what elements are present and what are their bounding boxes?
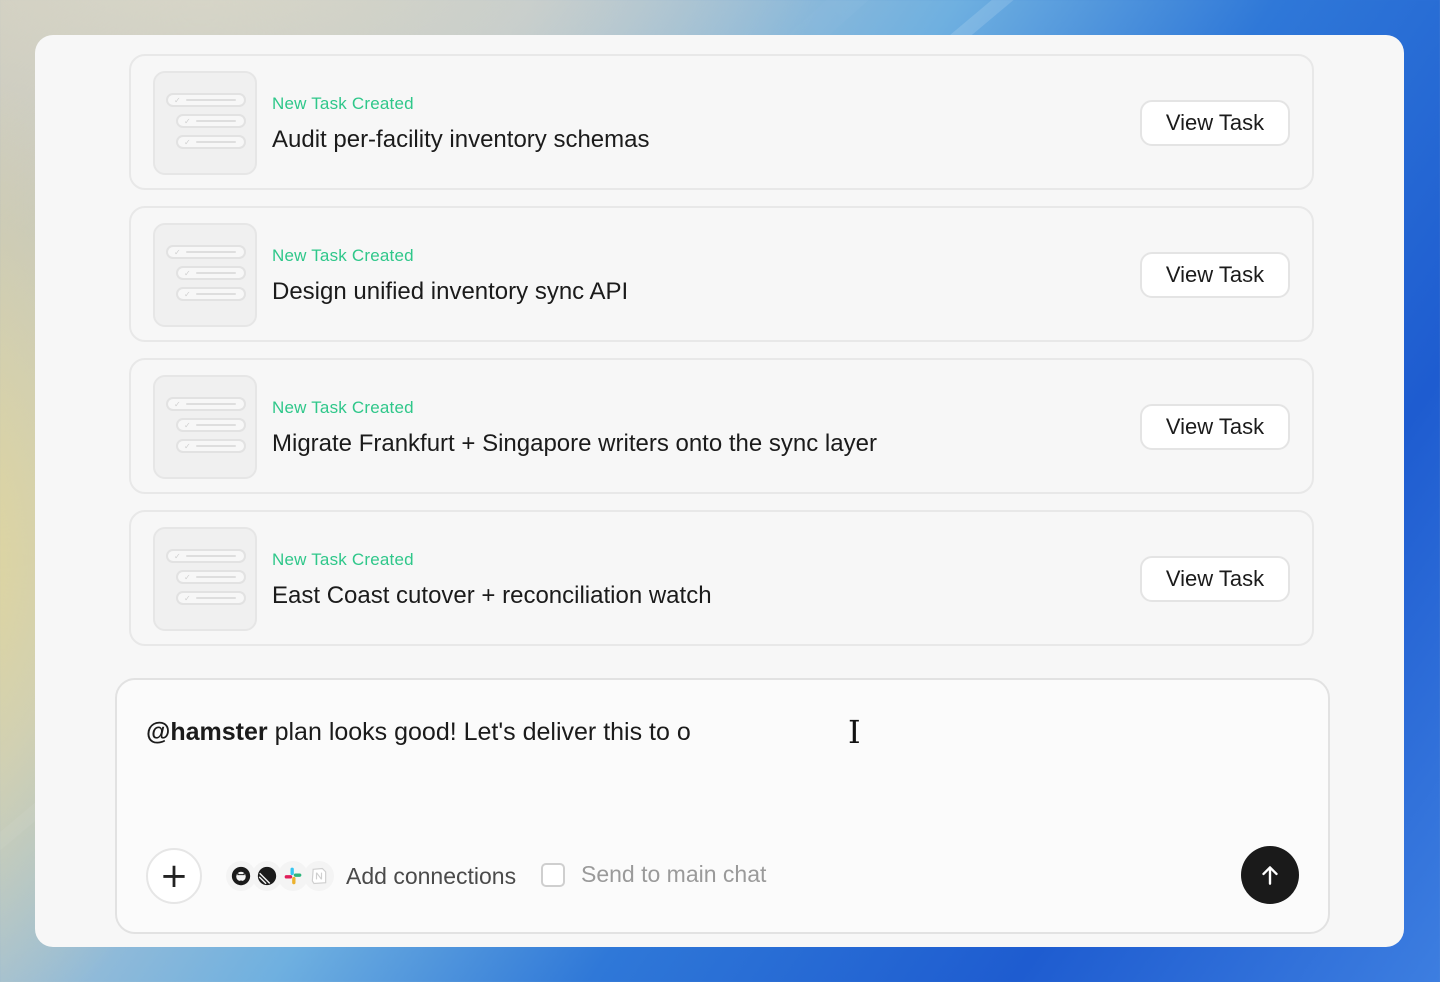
message-composer[interactable]: @hamster plan looks good! Let's deliver …: [115, 678, 1330, 934]
task-card: ✓ ✓ ✓ New Task Created Migrate Frankfurt…: [129, 358, 1314, 494]
task-status-label: New Task Created: [272, 550, 414, 569]
task-list-icon: ✓ ✓ ✓: [153, 223, 257, 327]
add-attachment-button[interactable]: +: [146, 848, 202, 904]
chat-window: ✓ ✓ ✓ New Task Created Audit per-facilit…: [35, 35, 1404, 947]
task-card: ✓ ✓ ✓ New Task Created Design unified in…: [129, 206, 1314, 342]
task-title: East Coast cutover + reconciliation watc…: [272, 582, 712, 609]
text-cursor-icon: I: [848, 713, 861, 751]
view-task-button[interactable]: View Task: [1140, 556, 1290, 602]
notion-icon: [304, 861, 334, 891]
task-card: ✓ ✓ ✓ New Task Created Audit per-facilit…: [129, 54, 1314, 190]
task-status-label: New Task Created: [272, 246, 414, 265]
view-task-button[interactable]: View Task: [1140, 100, 1290, 146]
send-to-main-chat-option[interactable]: Send to main chat: [541, 861, 766, 888]
message-input[interactable]: @hamster plan looks good! Let's deliver …: [146, 718, 691, 747]
send-to-main-chat-checkbox[interactable]: [541, 862, 565, 887]
view-task-button[interactable]: View Task: [1140, 252, 1290, 298]
task-status-label: New Task Created: [272, 94, 414, 113]
add-connections-label: Add connections: [346, 862, 517, 889]
view-task-button[interactable]: View Task: [1140, 404, 1290, 450]
task-list-icon: ✓ ✓ ✓: [153, 71, 257, 175]
task-title: Design unified inventory sync API: [272, 278, 629, 305]
task-list-icon: ✓ ✓ ✓: [153, 527, 257, 631]
message-text: plan looks good! Let's deliver this to o: [267, 718, 691, 746]
arrow-up-icon: [1262, 866, 1278, 885]
task-title: Migrate Frankfurt + Singapore writers on…: [272, 430, 877, 457]
task-title: Audit per-facility inventory schemas: [272, 126, 650, 153]
task-status-label: New Task Created: [272, 398, 414, 417]
add-connections-button[interactable]: Add connections: [226, 856, 516, 896]
task-list-icon: ✓ ✓ ✓: [153, 375, 257, 479]
user-mention: @hamster: [146, 718, 268, 746]
send-button[interactable]: [1241, 846, 1299, 904]
task-card: ✓ ✓ ✓ New Task Created East Coast cutove…: [129, 510, 1314, 646]
send-to-main-chat-label: Send to main chat: [581, 861, 767, 887]
